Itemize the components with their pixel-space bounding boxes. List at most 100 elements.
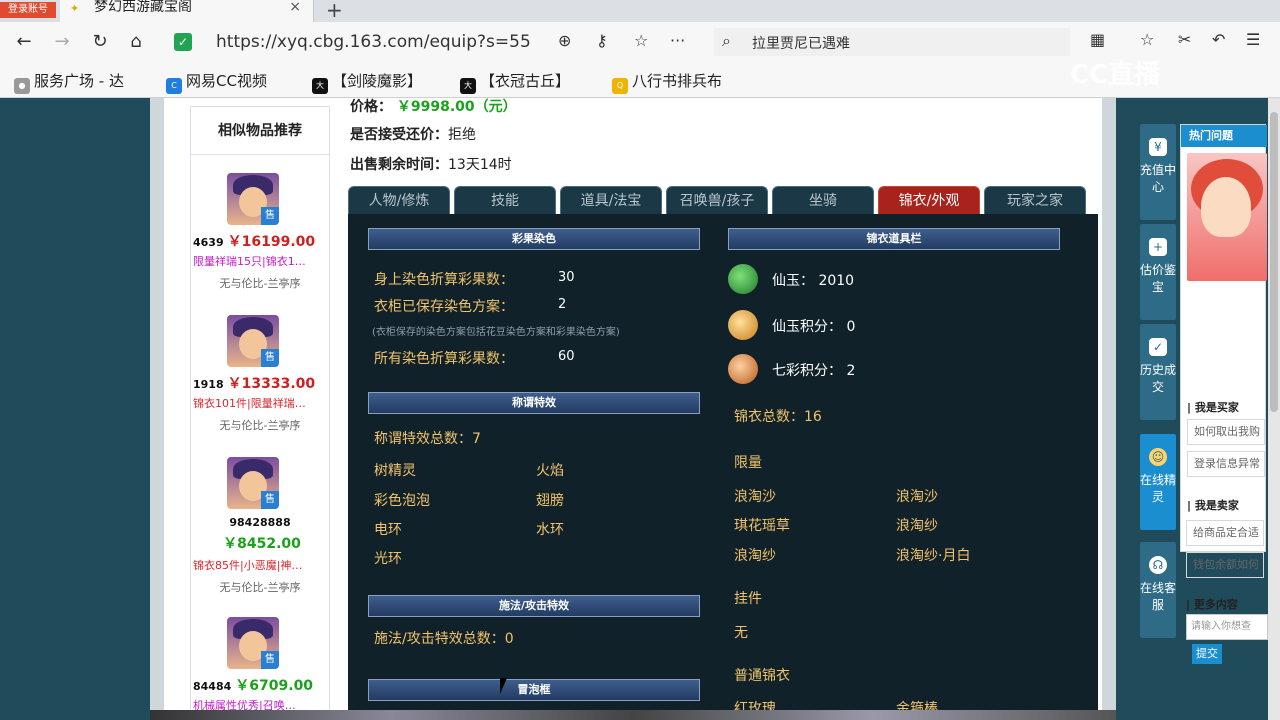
role-avatar[interactable]: 售 (227, 315, 279, 367)
normal-heading: 普通锦衣 (734, 668, 790, 684)
zoom-icon[interactable]: ⊕ (558, 31, 571, 50)
bookmark-item[interactable]: ● 服务广场 - 达 (14, 70, 124, 94)
role-tags: 限量祥瑞15只|锦衣1… (193, 255, 306, 268)
content-frame: 相似物品推荐 售 4639 ￥16199.00 限量祥瑞15只|锦衣1… 无与伦比… (150, 98, 1116, 720)
limited-heading: 限量 (734, 455, 762, 471)
sell-badge: 售 (261, 491, 279, 509)
similar-items-panel: 相似物品推荐 售 4639 ￥16199.00 限量祥瑞15只|锦衣1… 无与伦比… (190, 106, 330, 720)
faq-link[interactable]: 钱包余额如何 (1186, 552, 1264, 578)
limited-item: 浪淘纱 (734, 548, 776, 564)
rainbow-points-icon (728, 354, 758, 384)
limited-item: 浪淘纱 (896, 518, 938, 534)
scissors-icon[interactable]: ✂ (1178, 30, 1191, 49)
bookmark-item[interactable]: 大【衣冠古丘】 (460, 70, 570, 94)
new-tab-button[interactable]: + (326, 0, 343, 22)
sell-badge: 售 (261, 651, 279, 669)
dye-label: 身上染色折算彩果数： (374, 272, 514, 288)
sprite-avatar-icon: ☺ (1149, 448, 1167, 466)
key-icon[interactable]: ⚷ (596, 31, 608, 50)
faq-link[interactable]: 登录信息异常 (1187, 451, 1265, 477)
home-icon[interactable]: ⌂ (124, 30, 148, 54)
time-label: 出售剩余时间： (350, 157, 448, 173)
role-avatar[interactable]: 售 (227, 457, 279, 509)
customer-service-button[interactable]: ☊ 在线客服 (1140, 542, 1176, 638)
bookmark-item[interactable]: 大【剑陵魔影】 (312, 70, 422, 94)
search-bookmark-icon: Q (612, 78, 628, 94)
appearance-panel: 彩果染色 身上染色折算彩果数： 30 衣柜已保存染色方案： 2 (衣柜保存的染色… (348, 214, 1098, 720)
page-scrollbar[interactable] (1268, 98, 1280, 720)
back-arrow-icon[interactable]: ← (12, 30, 36, 54)
favorites-icon[interactable]: ☆ (1140, 30, 1154, 49)
history-button[interactable]: ✓ 历史成交 (1140, 324, 1176, 420)
jade-points-icon (728, 310, 758, 340)
browser-tab[interactable]: ✦ 梦幻西游藏宝阁 × (60, 0, 314, 22)
search-text[interactable]: 拉里贾尼已遇难 (752, 33, 850, 53)
question-input[interactable]: 请输入你想查 (1186, 614, 1268, 640)
wardrobe-items-title: 锦衣道具栏 (728, 228, 1060, 250)
role-avatar[interactable]: 售 (227, 617, 279, 669)
title-fx-item: 电环 (374, 522, 402, 538)
url-text[interactable]: https://xyq.cbg.163.com/equip?s=55 (216, 32, 531, 52)
star-icon[interactable]: ☆ (634, 31, 648, 50)
title-fx-section-title: 称谓特效 (368, 392, 700, 414)
address-bar[interactable]: ✓ https://xyq.cbg.163.com/equip?s=55 ⊕ ⚷… (164, 28, 704, 56)
dashen-icon: 大 (312, 78, 328, 94)
tab-title: 梦幻西游藏宝阁 (94, 0, 192, 15)
online-sprite-button[interactable]: ☺ 在线精灵 (1140, 434, 1176, 530)
reload-icon[interactable]: ↻ (88, 30, 112, 54)
faq-link[interactable]: 如何取出我购 (1187, 419, 1265, 445)
forward-arrow-icon[interactable]: → (50, 30, 74, 54)
search-box[interactable]: ⌕ 拉里贾尼已遇难 (714, 28, 1070, 56)
coin-value: 2010 (818, 273, 855, 289)
bubble-section-title: 冒泡框 (368, 679, 700, 701)
more-heading: | 更多内容 (1186, 598, 1238, 611)
limited-item: 浪淘纱·月白 (896, 548, 971, 564)
price-label: 价格： (350, 99, 392, 115)
faq-link[interactable]: 给商品定合适 (1186, 520, 1264, 546)
tab-mounts[interactable]: 坐骑 (772, 186, 874, 214)
tab-skills[interactable]: 技能 (454, 186, 556, 214)
apps-grid-icon[interactable]: ▦ (1090, 30, 1105, 49)
browser-tab-bar: 登录账号 ✦ 梦幻西游藏宝阁 × + (0, 0, 1280, 22)
bargain-line: 是否接受还价：拒绝 (350, 124, 476, 144)
time-line: 出售剩余时间：13天14时 (350, 154, 512, 174)
tab-items[interactable]: 道具/法宝 (560, 186, 662, 214)
limited-item: 浪淘沙 (734, 489, 776, 505)
role-avatar[interactable]: 售 (227, 173, 279, 225)
bookmark-item[interactable]: Q 八行书排兵布 (612, 70, 722, 94)
hot-questions-panel: 热门问题 | 我是买家 如何取出我购 登录信息异常 | 我是卖家 (1180, 124, 1267, 552)
tab-appearance[interactable]: 锦衣/外观 (878, 186, 980, 214)
search-icon: ⌕ (722, 31, 731, 50)
hot-questions-tab[interactable]: 热门问题 (1181, 125, 1267, 147)
wallet-icon: ¥ (1149, 138, 1167, 156)
menu-icon[interactable]: ☰ (1246, 30, 1260, 49)
price-value: ￥9998.00（元） (396, 99, 517, 115)
tab-home[interactable]: 玩家之家 (984, 186, 1086, 214)
taskbar-edge (150, 710, 1116, 720)
buyer-heading: | 我是买家 (1187, 401, 1239, 414)
login-badge[interactable]: 登录账号 (0, 2, 56, 18)
role-tags: 锦衣85件|小恶魔|神… (193, 559, 303, 572)
tab-summons[interactable]: 召唤兽/孩子 (666, 186, 768, 214)
sprite-girl-image (1187, 153, 1267, 281)
tab-character[interactable]: 人物/修炼 (348, 186, 450, 214)
coin-label: 七彩积分： (772, 363, 842, 379)
cc-icon: C (166, 78, 182, 94)
recharge-button[interactable]: ¥ 充值中心 (1140, 124, 1176, 220)
bookmark-item[interactable]: C 网易CC视频 (166, 70, 267, 94)
mouse-cursor (500, 678, 507, 694)
bargain-value: 拒绝 (448, 127, 476, 143)
price-line: 价格： ￥9998.00（元） (350, 98, 517, 116)
coin-value: 0 (846, 319, 856, 335)
role-id: 98428888 (229, 516, 291, 529)
submit-button[interactable]: 提交 (1192, 644, 1222, 664)
title-fx-item: 彩色泡泡 (374, 493, 430, 509)
title-fx-item: 翅膀 (536, 493, 564, 509)
more-icon[interactable]: ··· (670, 31, 685, 50)
undo-icon[interactable]: ↶ (1212, 30, 1225, 49)
coin-row: 仙玉积分： 0 (772, 316, 855, 336)
close-tab-icon[interactable]: × (289, 0, 301, 14)
appraise-button[interactable]: + 估价鉴宝 (1140, 224, 1176, 320)
scroll-thumb[interactable] (1270, 112, 1278, 412)
cast-fx-total: 施法/攻击特效总数：0 (374, 631, 514, 647)
